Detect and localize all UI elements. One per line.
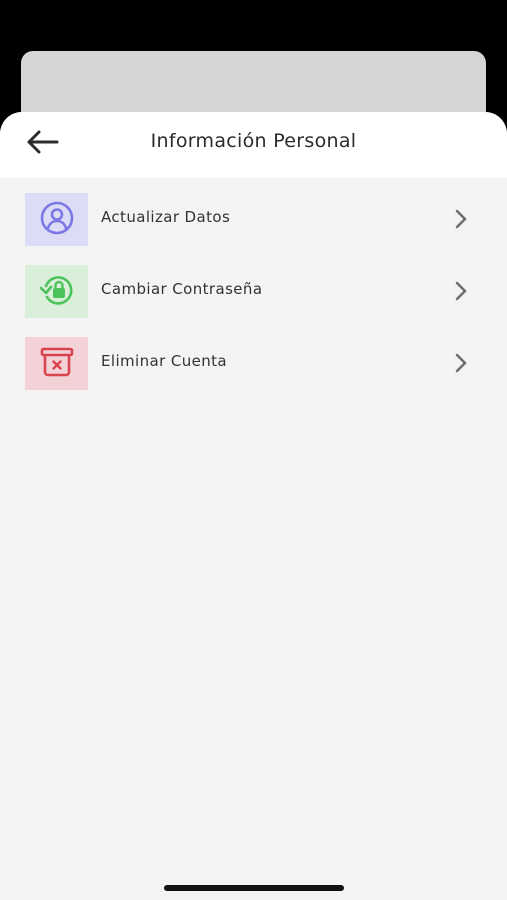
menu-list: Actualizar Datos Cambiar Contraseña Elim… [0,178,507,390]
menu-item-label: Actualizar Datos [101,208,231,226]
lock-reset-icon [38,272,76,312]
header: Información Personal [0,112,507,178]
menu-item-label: Eliminar Cuenta [101,352,228,370]
page-title: Información Personal [150,130,357,152]
chevron-right-icon [452,207,470,231]
menu-item-update-data[interactable]: Actualizar Datos [0,193,507,246]
icon-tile [25,193,88,246]
icon-tile [25,265,88,318]
icon-tile [25,337,88,390]
chevron-right-icon [452,279,470,303]
menu-item-label: Cambiar Contraseña [101,280,263,298]
home-indicator[interactable] [164,885,344,891]
trash-icon [37,344,77,384]
menu-item-delete-account[interactable]: Eliminar Cuenta [0,337,507,390]
user-circle-icon [39,200,75,240]
chevron-right-icon [452,351,470,375]
menu-item-change-password[interactable]: Cambiar Contraseña [0,265,507,318]
personal-info-sheet: Información Personal Actualizar Datos Ca… [0,112,507,900]
